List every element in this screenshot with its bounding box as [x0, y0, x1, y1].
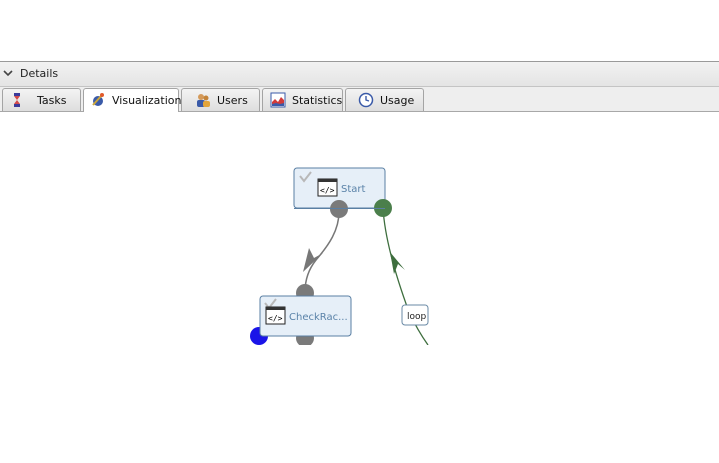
edge-label-loop[interactable]: loop: [401, 304, 429, 326]
tab-statistics[interactable]: Statistics: [262, 88, 343, 111]
tab-label: Tasks: [37, 94, 67, 107]
tab-label: Statistics: [292, 94, 343, 107]
visualization-canvas[interactable]: </> Start </> CheckRac... loop: [0, 112, 719, 463]
statistics-icon: [270, 92, 286, 108]
users-icon: [197, 94, 210, 107]
tasks-icon: [14, 93, 20, 107]
tab-usage[interactable]: Usage: [345, 88, 424, 111]
edge-loop-arrow-icon: [390, 252, 405, 274]
tab-visualization[interactable]: Visualization: [83, 88, 182, 112]
tab-label: Visualization: [112, 94, 182, 107]
tab-tasks[interactable]: Tasks: [2, 88, 81, 111]
top-panel: [0, 0, 719, 62]
tab-label: Users: [217, 94, 248, 107]
svg-text:</>: </>: [320, 186, 335, 195]
tab-strip: Tasks Visualization Users Statistics Usa…: [0, 87, 719, 112]
tab-users[interactable]: Users: [181, 88, 260, 111]
usage-icon: [358, 92, 374, 108]
workflow-graph: </> Start </> CheckRac... loop: [250, 167, 429, 345]
details-title: Details: [20, 67, 59, 80]
details-header[interactable]: Details: [0, 61, 719, 87]
svg-text:</>: </>: [268, 314, 283, 323]
script-icon: </>: [317, 178, 338, 197]
node-label: CheckRac...: [289, 312, 348, 323]
workflow-node-checkrac[interactable]: </> CheckRac...: [259, 295, 352, 337]
node-label: Start: [341, 184, 366, 195]
tab-label: Usage: [380, 94, 415, 107]
script-icon: </>: [265, 306, 286, 325]
chevron-down-icon[interactable]: [2, 67, 14, 79]
visualization-icon: [92, 93, 104, 106]
edge-label: loop: [407, 312, 427, 322]
edge-arrow-icon: [303, 248, 323, 272]
